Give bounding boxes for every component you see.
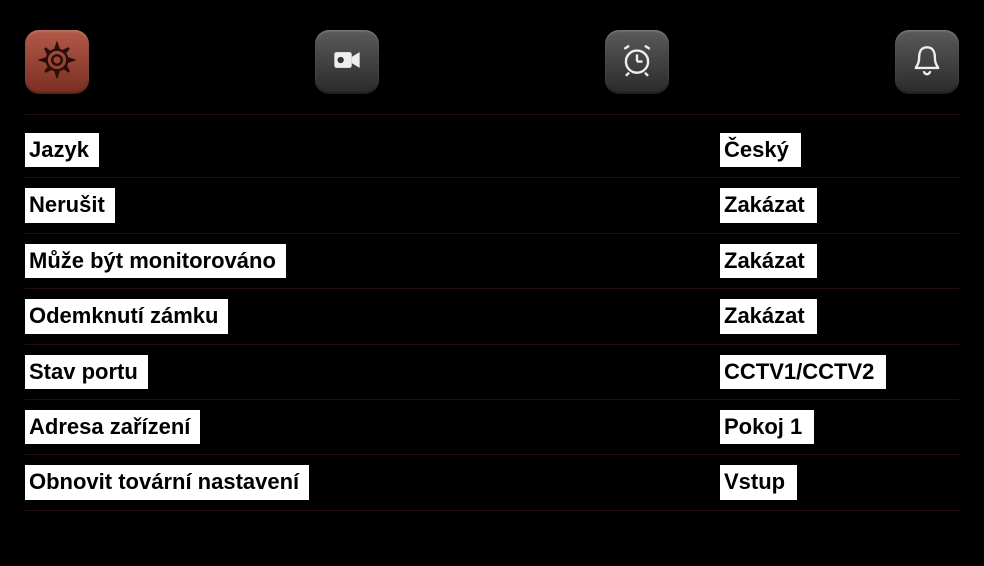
row-value: Zakázat	[720, 188, 817, 222]
row-device-address[interactable]: Adresa zařízení Pokoj 1	[25, 400, 959, 455]
tab-alarm-clock[interactable]	[605, 30, 669, 94]
row-label: Adresa zařízení	[25, 410, 200, 444]
tab-bar	[25, 20, 959, 115]
row-value: Zakázat	[720, 244, 817, 278]
row-value: CCTV1/CCTV2	[720, 355, 886, 389]
row-port-status[interactable]: Stav portu CCTV1/CCTV2	[25, 345, 959, 400]
row-unlock[interactable]: Odemknutí zámku Zakázat	[25, 289, 959, 344]
row-value: Zakázat	[720, 299, 817, 333]
row-label: Může být monitorováno	[25, 244, 286, 278]
row-do-not-disturb[interactable]: Nerušit Zakázat	[25, 178, 959, 233]
row-label: Nerušit	[25, 188, 115, 222]
bell-icon	[908, 41, 946, 84]
row-label: Odemknutí zámku	[25, 299, 228, 333]
row-factory-reset[interactable]: Obnovit tovární nastavení Vstup	[25, 455, 959, 510]
camera-icon	[328, 41, 366, 84]
tab-camera[interactable]	[315, 30, 379, 94]
tab-settings[interactable]	[25, 30, 89, 94]
row-can-be-monitored[interactable]: Může být monitorováno Zakázat	[25, 234, 959, 289]
settings-gear-icon	[38, 41, 76, 84]
row-language[interactable]: Jazyk Český	[25, 123, 959, 178]
alarm-clock-icon	[618, 41, 656, 84]
tab-bell[interactable]	[895, 30, 959, 94]
row-value: Vstup	[720, 465, 797, 499]
row-value: Pokoj 1	[720, 410, 814, 444]
row-label: Obnovit tovární nastavení	[25, 465, 309, 499]
row-value: Český	[720, 133, 801, 167]
settings-list: Jazyk Český Nerušit Zakázat Může být mon…	[25, 123, 959, 511]
row-label: Stav portu	[25, 355, 148, 389]
row-label: Jazyk	[25, 133, 99, 167]
